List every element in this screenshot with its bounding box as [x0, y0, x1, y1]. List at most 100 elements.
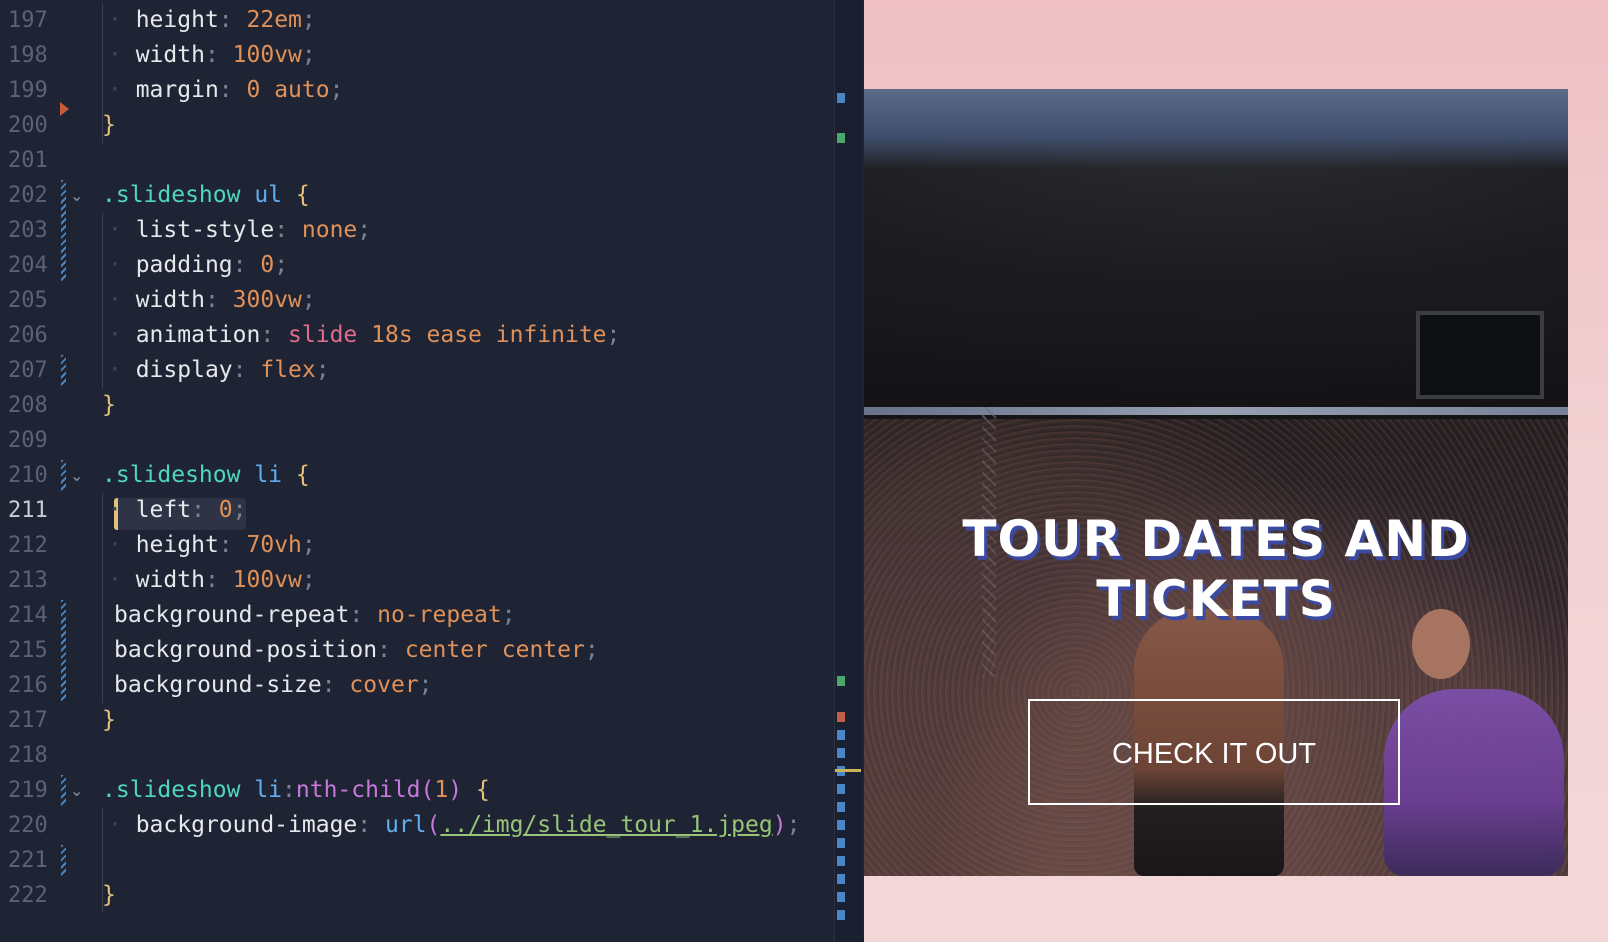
code-line[interactable]: 219 ⌄ .slideshow li:nth-child(1) { [0, 773, 840, 808]
scrollbar-mark [837, 93, 845, 103]
slide-title: TOUR DATES AND TICKETS [962, 510, 1470, 628]
code-line[interactable]: 210 ⌄ .slideshow li { [0, 458, 840, 493]
code-text: · background-image: url(../img/slide_tou… [108, 812, 801, 838]
code-line[interactable]: 199 · margin: 0 auto; [0, 73, 840, 108]
code-line[interactable]: 205 · width: 300vw; [0, 283, 840, 318]
line-number: 199 [8, 78, 48, 103]
line-number: 206 [8, 323, 48, 348]
code-line[interactable]: 203 · list-style: none; [0, 213, 840, 248]
code-text: · margin: 0 auto; [108, 77, 344, 103]
line-number: 218 [8, 743, 48, 768]
line-number: 208 [8, 393, 48, 418]
line-number: 211 [8, 498, 48, 523]
line-number: 212 [8, 533, 48, 558]
code-line[interactable]: 215 background-position: center center; [0, 633, 840, 668]
editor-scrollbar[interactable] [834, 0, 863, 942]
scrollbar-mark [837, 784, 845, 794]
scrollbar-mark [837, 838, 845, 848]
scrollbar-mark [837, 748, 845, 758]
git-change-bar [61, 355, 66, 386]
code-line[interactable]: 209 [0, 423, 840, 458]
performer-right [1384, 689, 1564, 876]
code-text: } [102, 707, 116, 733]
code-line[interactable]: 212 · height: 70vh; [0, 528, 840, 563]
code-text: · list-style: none; [108, 217, 372, 243]
code-text: .slideshow li { [102, 462, 310, 488]
line-number: 198 [8, 43, 48, 68]
line-number: 201 [8, 148, 48, 173]
stadium-screen [1416, 311, 1544, 399]
scrollbar-mark [837, 133, 845, 143]
line-number: 220 [8, 813, 48, 838]
git-change-bar [61, 600, 66, 701]
line-number: 214 [8, 603, 48, 628]
git-change-bar [61, 775, 66, 806]
code-line[interactable]: 221 [0, 843, 840, 878]
git-change-bar [61, 845, 66, 876]
line-number: 217 [8, 708, 48, 733]
code-text: · width: 300vw; [108, 287, 316, 313]
chevron-down-icon[interactable]: ⌄ [70, 458, 83, 493]
code-text: background-size: cover; [114, 672, 433, 698]
chevron-down-icon[interactable]: ⌄ [70, 773, 83, 808]
code-line[interactable]: 218 [0, 738, 840, 773]
code-text: background-repeat: no-repeat; [114, 602, 516, 628]
roof-edge [864, 407, 1568, 415]
code-text: .slideshow ul { [102, 182, 310, 208]
code-line[interactable]: 216 background-size: cover; [0, 668, 840, 703]
scrollbar-mark [837, 676, 845, 686]
sky [864, 89, 1568, 169]
code-line[interactable]: 197 · height: 22em; [0, 3, 840, 38]
scrollbar-mark [837, 820, 845, 830]
scrollbar-cursor-mark [835, 769, 861, 772]
line-number: 200 [8, 113, 48, 138]
line-number: 210 [8, 463, 48, 488]
code-line[interactable]: 201 [0, 143, 840, 178]
line-number: 222 [8, 883, 48, 908]
code-text: · animation: slide 18s ease infinite; [108, 322, 621, 348]
line-number: 209 [8, 428, 48, 453]
code-editor[interactable]: 197 · height: 22em; 198 · width: 100vw; 199 ·… [0, 0, 864, 942]
code-line[interactable]: 200} [0, 108, 840, 143]
scrollbar-mark [837, 874, 845, 884]
code-text: } [102, 112, 116, 138]
code-line[interactable]: 220 · background-image: url(../img/slide_… [0, 808, 840, 843]
line-number: 221 [8, 848, 48, 873]
code-line[interactable]: 217} [0, 703, 840, 738]
code-text: · left: 0; [108, 497, 247, 523]
line-number: 202 [8, 183, 48, 208]
indent-guide [102, 493, 103, 703]
code-line[interactable]: 213 · width: 100vw; [0, 563, 840, 598]
code-text: · display: flex; [108, 357, 330, 383]
line-number: 219 [8, 778, 48, 803]
line-number: 197 [8, 8, 48, 33]
code-text: } [102, 882, 116, 908]
indent-guide [102, 808, 103, 913]
code-line[interactable]: 208} [0, 388, 840, 423]
code-line[interactable]: 206 · animation: slide 18s ease infinite; [0, 318, 840, 353]
line-number: 215 [8, 638, 48, 663]
code-line[interactable]: 198 · width: 100vw; [0, 38, 840, 73]
chevron-down-icon[interactable]: ⌄ [70, 178, 83, 213]
code-text: .slideshow li:nth-child(1) { [102, 777, 490, 803]
code-text: · height: 22em; [108, 7, 316, 33]
code-line[interactable]: 204 · padding: 0; [0, 248, 840, 283]
indent-guide [102, 213, 103, 388]
indent-guide [102, 3, 103, 143]
code-text: } [102, 392, 116, 418]
git-change-bar [61, 180, 66, 281]
scrollbar-mark [837, 892, 845, 902]
scrollbar-mark [837, 712, 845, 722]
line-number: 204 [8, 253, 48, 278]
code-line[interactable]: 207 · display: flex; [0, 353, 840, 388]
code-line[interactable]: 211 · left: 0; [0, 493, 840, 528]
code-line[interactable]: 202 ⌄ .slideshow ul { [0, 178, 840, 213]
scrollbar-mark [837, 802, 845, 812]
code-line[interactable]: 214 background-repeat: no-repeat; [0, 598, 840, 633]
line-number: 205 [8, 288, 48, 313]
git-change-bar [61, 460, 66, 491]
line-number: 213 [8, 568, 48, 593]
code-line[interactable]: 222} [0, 878, 840, 913]
check-it-out-button[interactable]: CHECK IT OUT [1028, 699, 1400, 805]
browser-preview: TOUR DATES AND TICKETS CHECK IT OUT [864, 0, 1608, 942]
